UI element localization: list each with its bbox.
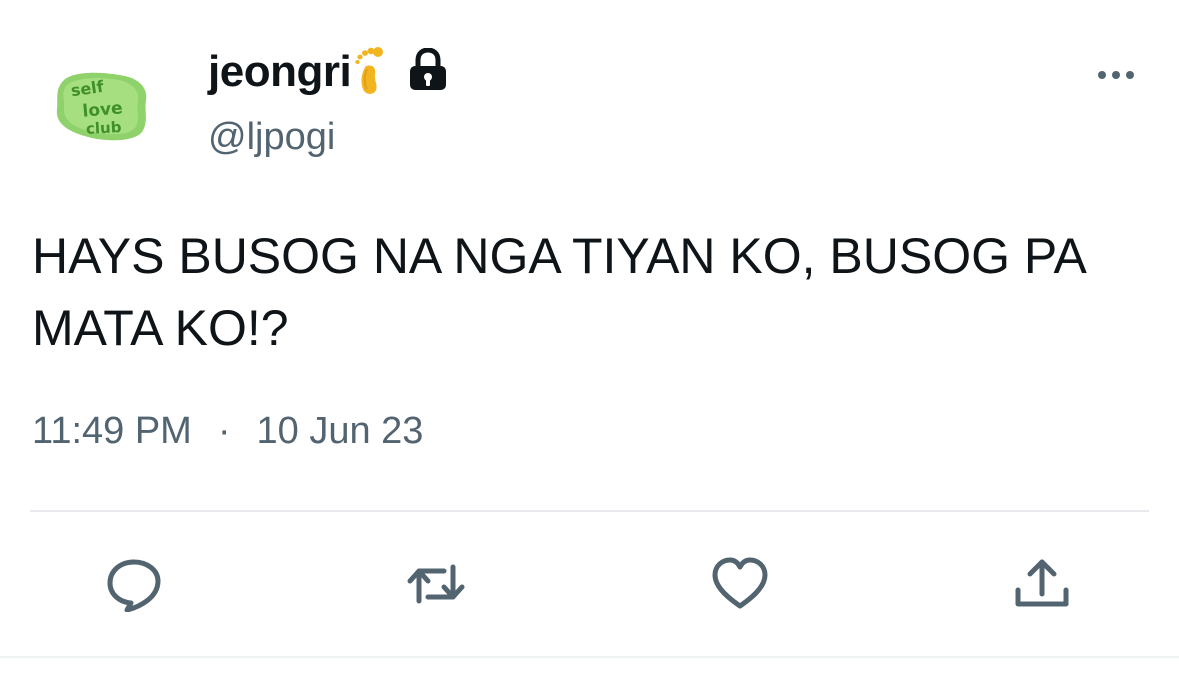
reply-button[interactable] [104, 556, 164, 612]
tweet-date[interactable]: 10 Jun 23 [257, 410, 424, 453]
share-icon [1015, 559, 1069, 607]
like-button[interactable] [710, 556, 770, 612]
foot-icon [351, 45, 385, 100]
retweet-icon [407, 564, 465, 604]
avatar[interactable]: self love club [50, 66, 154, 144]
self-love-club-logo: self love club [56, 72, 147, 141]
share-button[interactable] [1012, 556, 1072, 612]
lock-icon [385, 47, 449, 97]
tweet-metadata: 11:49 PM · 10 Jun 23 [32, 410, 423, 453]
metadata-separator: · [217, 410, 231, 452]
tweet-divider [30, 510, 1149, 512]
heart-icon [712, 557, 768, 609]
user-handle[interactable]: @ljpogi [208, 116, 335, 159]
avatar-word-club: club [86, 118, 123, 138]
more-horizontal-icon [1098, 71, 1134, 79]
bottom-divider [0, 656, 1179, 658]
more-options-button[interactable] [1092, 60, 1140, 90]
retweet-button[interactable] [406, 556, 466, 612]
tweet-time[interactable]: 11:49 PM [32, 410, 192, 453]
tweet-text: HAYS BUSOG NA NGA TIYAN KO, BUSOG PA MAT… [32, 228, 1087, 356]
display-name[interactable]: jeongri [208, 47, 352, 97]
display-name-row: jeongri [208, 44, 449, 100]
comment-icon [107, 559, 161, 612]
